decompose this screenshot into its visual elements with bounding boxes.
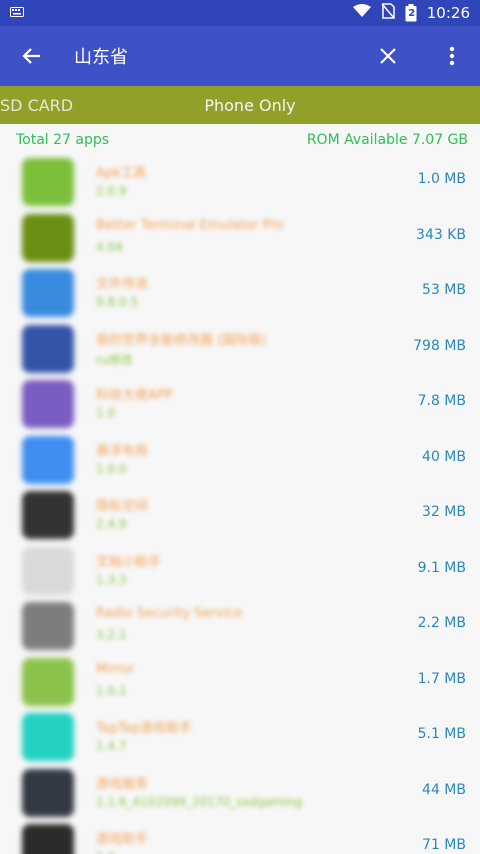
app-icon — [22, 269, 74, 317]
app-version: 9.8.0.5 — [96, 295, 138, 309]
app-version: 4.04 — [96, 239, 123, 254]
battery-icon: 2 — [405, 4, 417, 22]
app-icon — [22, 380, 74, 428]
storage-tabs: SD CARD Phone Only — [0, 86, 480, 124]
app-name: 隐私空间 — [96, 499, 149, 514]
app-size: 9.1 MB — [417, 559, 466, 576]
tab-phone-only[interactable]: Phone Only — [100, 86, 400, 124]
arrow-left-icon — [22, 48, 40, 64]
app-name: 悬浮布局 — [96, 443, 149, 459]
app-list-item[interactable]: 游戏助手 1.0 71 MB — [0, 820, 480, 854]
app-version: 1.0.1 — [96, 683, 127, 698]
app-icon — [22, 657, 74, 706]
app-name: 文件传送 — [96, 277, 149, 292]
app-name: 我的世界全能修改器 (国际版) — [96, 332, 267, 348]
close-icon — [380, 48, 396, 64]
app-list-item[interactable]: 悬浮布局 1.0.0 40 MB — [0, 432, 480, 488]
app-name: 科技大佬APP — [96, 388, 173, 403]
clear-search-button[interactable] — [370, 38, 406, 74]
app-size: 7.8 MB — [417, 393, 466, 409]
more-options-button[interactable] — [434, 38, 470, 74]
app-version: 1.0 — [96, 850, 115, 854]
app-list-item[interactable]: Mirror 1.0.1 1.7 MB — [0, 654, 480, 710]
app-size: 44 MB — [422, 781, 466, 798]
app-size: 798 MB — [413, 337, 466, 354]
app-list-item[interactable]: 文档小助手 1.3.3 9.1 MB — [0, 543, 480, 599]
app-name: Radio Security Service — [96, 606, 243, 621]
app-version: 1.0.0 — [96, 461, 127, 476]
app-list-item[interactable]: 文件传送 9.8.0.5 53 MB — [0, 265, 480, 321]
overflow-menu-icon — [449, 46, 455, 66]
total-apps-count: Total 27 apps — [16, 132, 110, 148]
app-name: Better Terminal Emulator Pro — [96, 217, 284, 233]
app-list-item[interactable]: 隐私空间 2.4.9 32 MB — [0, 487, 480, 543]
app-icon — [22, 435, 74, 484]
no-sim-icon — [381, 3, 395, 23]
app-version: 1.0 — [96, 406, 116, 420]
battery-level: 2 — [408, 7, 416, 19]
app-icon — [22, 824, 74, 854]
app-version: 1.4.7 — [96, 739, 127, 753]
app-version: 3.2.1 — [96, 628, 127, 642]
app-version: 2.4.9 — [96, 517, 127, 531]
app-list-item[interactable]: 科技大佬APP 1.0 7.8 MB — [0, 376, 480, 432]
app-size: 32 MB — [422, 504, 466, 520]
app-list-item[interactable]: 游戏服务 2.1.6_4102099_20170_sxdgaming 44 MB — [0, 765, 480, 821]
app-name: Mirror — [96, 661, 135, 677]
app-version: 1.3.3 — [96, 572, 127, 587]
app-icon — [22, 768, 74, 817]
app-name: 游戏助手 — [96, 832, 149, 847]
app-list-item[interactable]: Better Terminal Emulator Pro 4.04 343 KB — [0, 210, 480, 266]
app-icon — [22, 713, 74, 761]
wifi-icon — [352, 4, 371, 22]
status-bar: 2 10:26 — [0, 0, 480, 26]
app-list-item[interactable]: Apk工具 2.0.9 1.0 MB — [0, 154, 480, 210]
app-icon — [22, 602, 74, 650]
rom-available: ROM Available 7.07 GB — [306, 132, 468, 148]
app-icon — [22, 213, 74, 262]
app-size: 5.1 MB — [417, 726, 466, 742]
app-size: 53 MB — [422, 282, 466, 298]
app-name: Apk工具 — [96, 166, 147, 181]
app-version: 2.0.9 — [96, 184, 127, 198]
app-list-item[interactable]: 我的世界全能修改器 (国际版) ru修改 798 MB — [0, 321, 480, 377]
tab-sd-card[interactable]: SD CARD — [0, 86, 90, 124]
app-list[interactable]: Apk工具 2.0.9 1.0 MB Better Terminal Emulator… — [0, 154, 480, 854]
apps-summary: Total 27 apps ROM Available 7.07 GB — [16, 126, 468, 154]
app-size: 2.2 MB — [417, 615, 466, 631]
app-icon — [22, 158, 74, 206]
app-size: 343 KB — [416, 226, 466, 243]
app-icon — [22, 491, 74, 539]
back-button[interactable] — [14, 38, 50, 74]
app-size: 40 MB — [422, 448, 466, 465]
app-size: 71 MB — [422, 837, 466, 853]
app-name: TapTap游戏助手 — [96, 721, 193, 736]
app-size: 1.7 MB — [417, 670, 466, 687]
app-icon — [22, 546, 74, 595]
keyboard-icon — [10, 6, 24, 20]
app-version: ru修改 — [96, 352, 133, 367]
app-name: 文档小助手 — [96, 554, 162, 570]
app-size: 1.0 MB — [417, 171, 466, 187]
app-list-item[interactable]: Radio Security Service 3.2.1 2.2 MB — [0, 598, 480, 654]
search-toolbar — [0, 26, 480, 86]
search-input[interactable] — [72, 37, 362, 75]
status-time: 10:26 — [426, 4, 470, 22]
app-version: 2.1.6_4102099_20170_sxdgaming — [96, 794, 303, 809]
app-icon — [22, 324, 74, 373]
app-name: 游戏服务 — [96, 776, 149, 792]
app-list-item[interactable]: TapTap游戏助手 1.4.7 5.1 MB — [0, 709, 480, 765]
